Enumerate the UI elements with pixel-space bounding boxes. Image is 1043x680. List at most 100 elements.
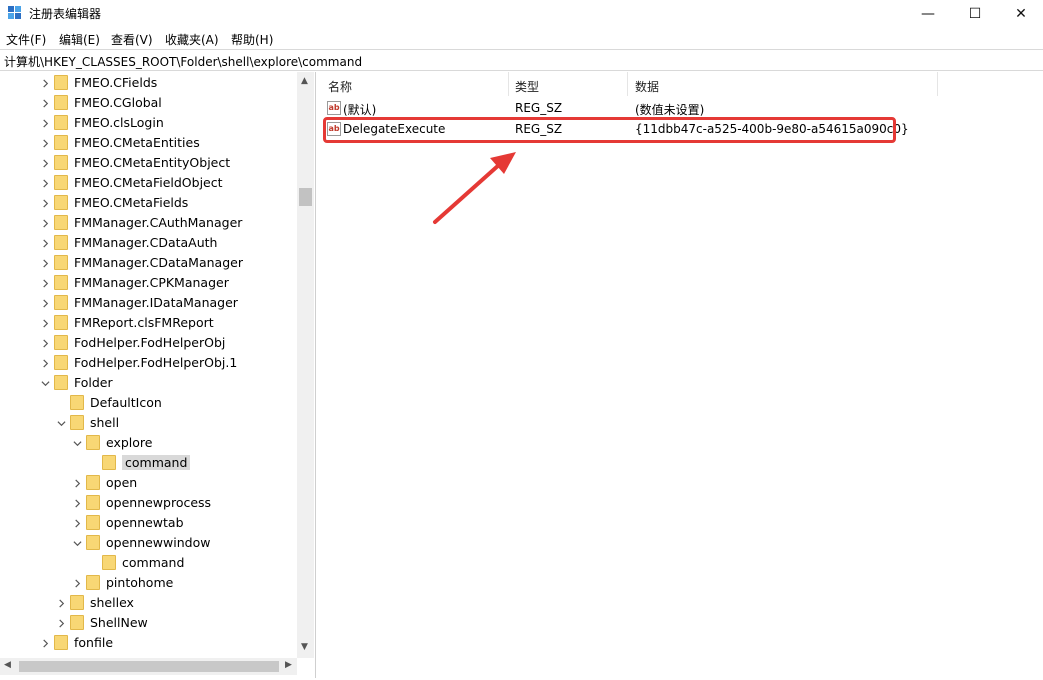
tree-item[interactable]: FMEO.CFields (0, 73, 296, 93)
folder-icon (54, 355, 68, 370)
tree-item[interactable]: open (0, 473, 296, 493)
menu-edit[interactable]: 编辑(E) (59, 31, 100, 48)
tree-item[interactable]: FMEO.clsLogin (0, 113, 296, 133)
chevron-right-icon[interactable] (40, 318, 50, 328)
tree-item-label: shell (90, 415, 120, 430)
tree-item-label: open (106, 475, 138, 490)
close-button[interactable]: ✕ (998, 0, 1043, 28)
folder-icon (102, 555, 116, 570)
folder-icon (54, 375, 68, 390)
scroll-up-icon[interactable]: ▲ (301, 76, 308, 86)
column-header-name[interactable]: 名称 (328, 78, 352, 98)
tree-item[interactable]: FMManager.IDataManager (0, 293, 296, 313)
chevron-right-icon[interactable] (40, 198, 50, 208)
value-row[interactable]: ab (默认) REG_SZ (数值未设置) (323, 99, 1023, 119)
menu-file[interactable]: 文件(F) (6, 31, 46, 48)
chevron-right-icon[interactable] (56, 618, 66, 628)
maximize-button[interactable]: ☐ (952, 0, 998, 28)
scroll-right-icon[interactable]: ▶ (285, 660, 292, 670)
chevron-right-icon[interactable] (40, 218, 50, 228)
tree-item[interactable]: opennewprocess (0, 493, 296, 513)
chevron-down-icon[interactable] (72, 438, 82, 448)
tree-item[interactable]: FMEO.CMetaFieldObject (0, 173, 296, 193)
tree-item[interactable]: Folder (0, 373, 296, 393)
tree-item[interactable]: FMEO.CMetaEntities (0, 133, 296, 153)
folder-icon (54, 215, 68, 230)
chevron-down-icon[interactable] (56, 418, 66, 428)
column-separator[interactable] (937, 72, 938, 96)
chevron-right-icon[interactable] (40, 298, 50, 308)
tree-item[interactable]: ShellNew (0, 613, 296, 633)
scroll-down-icon[interactable]: ▼ (301, 642, 308, 652)
tree-item[interactable]: FodHelper.FodHelperObj (0, 333, 296, 353)
tree-item[interactable]: FMManager.CAuthManager (0, 213, 296, 233)
chevron-right-icon[interactable] (40, 78, 50, 88)
chevron-right-icon[interactable] (40, 158, 50, 168)
tree-item[interactable]: opennewtab (0, 513, 296, 533)
chevron-right-icon[interactable] (40, 98, 50, 108)
minimize-button[interactable]: — (905, 0, 951, 28)
tree-item[interactable]: FMEO.CMetaFields (0, 193, 296, 213)
tree-item-label: opennewtab (106, 515, 184, 530)
tree-item[interactable]: FMManager.CPKManager (0, 273, 296, 293)
chevron-down-icon[interactable] (40, 378, 50, 388)
chevron-right-icon[interactable] (40, 638, 50, 648)
tree-item[interactable]: command (0, 453, 296, 473)
menu-bar: 文件(F) 编辑(E) 查看(V) 收藏夹(A) 帮助(H) (0, 28, 1043, 48)
column-header-type[interactable]: 类型 (515, 78, 539, 98)
tree-item-label: command (122, 555, 185, 570)
folder-icon (102, 455, 116, 470)
folder-icon (54, 275, 68, 290)
folder-icon (70, 595, 84, 610)
chevron-right-icon[interactable] (40, 238, 50, 248)
menu-view[interactable]: 查看(V) (111, 31, 153, 48)
chevron-right-icon[interactable] (72, 498, 82, 508)
tree-item[interactable]: FodHelper.FodHelperObj.1 (0, 353, 296, 373)
folder-icon (54, 155, 68, 170)
chevron-right-icon[interactable] (40, 118, 50, 128)
chevron-right-icon[interactable] (56, 598, 66, 608)
tree-item-label: FMManager.CAuthManager (74, 215, 243, 230)
chevron-right-icon[interactable] (40, 338, 50, 348)
chevron-right-icon[interactable] (40, 178, 50, 188)
chevron-right-icon[interactable] (72, 518, 82, 528)
folder-icon (54, 255, 68, 270)
tree-item[interactable]: fonfile (0, 633, 296, 653)
scroll-left-icon[interactable]: ◀ (4, 660, 11, 670)
menu-favorites[interactable]: 收藏夹(A) (165, 31, 219, 48)
tree-item-label: command (122, 455, 191, 470)
tree-item[interactable]: pintohome (0, 573, 296, 593)
tree-item[interactable]: FMEO.CMetaEntityObject (0, 153, 296, 173)
tree-item[interactable]: DefaultIcon (0, 393, 296, 413)
tree-item[interactable]: shell (0, 413, 296, 433)
tree-item[interactable]: FMManager.CDataAuth (0, 233, 296, 253)
address-path[interactable]: 计算机\HKEY_CLASSES_ROOT\Folder\shell\explo… (4, 53, 362, 70)
tree-item[interactable]: shellex (0, 593, 296, 613)
chevron-right-icon[interactable] (72, 578, 82, 588)
registry-editor-icon (8, 6, 21, 19)
tree-item[interactable]: FMReport.clsFMReport (0, 313, 296, 333)
tree-item[interactable]: FMManager.CDataManager (0, 253, 296, 273)
chevron-right-icon[interactable] (40, 258, 50, 268)
tree-item-label: FodHelper.FodHelperObj (74, 335, 226, 350)
tree-horizontal-scroll-thumb[interactable] (19, 661, 279, 672)
tree-item-label: explore (106, 435, 153, 450)
folder-icon (54, 135, 68, 150)
tree-item[interactable]: command (0, 553, 296, 573)
tree-vertical-scroll-thumb[interactable] (299, 188, 312, 206)
chevron-right-icon[interactable] (72, 478, 82, 488)
tree-vertical-scrollbar[interactable] (297, 72, 314, 658)
tree-item-label: FMManager.IDataManager (74, 295, 238, 310)
tree-item[interactable]: FMEO.CGlobal (0, 93, 296, 113)
address-bar[interactable]: 计算机\HKEY_CLASSES_ROOT\Folder\shell\explo… (0, 49, 1043, 71)
column-separator[interactable] (508, 72, 509, 96)
column-separator[interactable] (627, 72, 628, 96)
chevron-down-icon[interactable] (72, 538, 82, 548)
tree-item[interactable]: explore (0, 433, 296, 453)
tree-item[interactable]: opennewwindow (0, 533, 296, 553)
chevron-right-icon[interactable] (40, 358, 50, 368)
chevron-right-icon[interactable] (40, 278, 50, 288)
column-header-data[interactable]: 数据 (635, 78, 659, 98)
chevron-right-icon[interactable] (40, 138, 50, 148)
menu-help[interactable]: 帮助(H) (231, 31, 273, 48)
